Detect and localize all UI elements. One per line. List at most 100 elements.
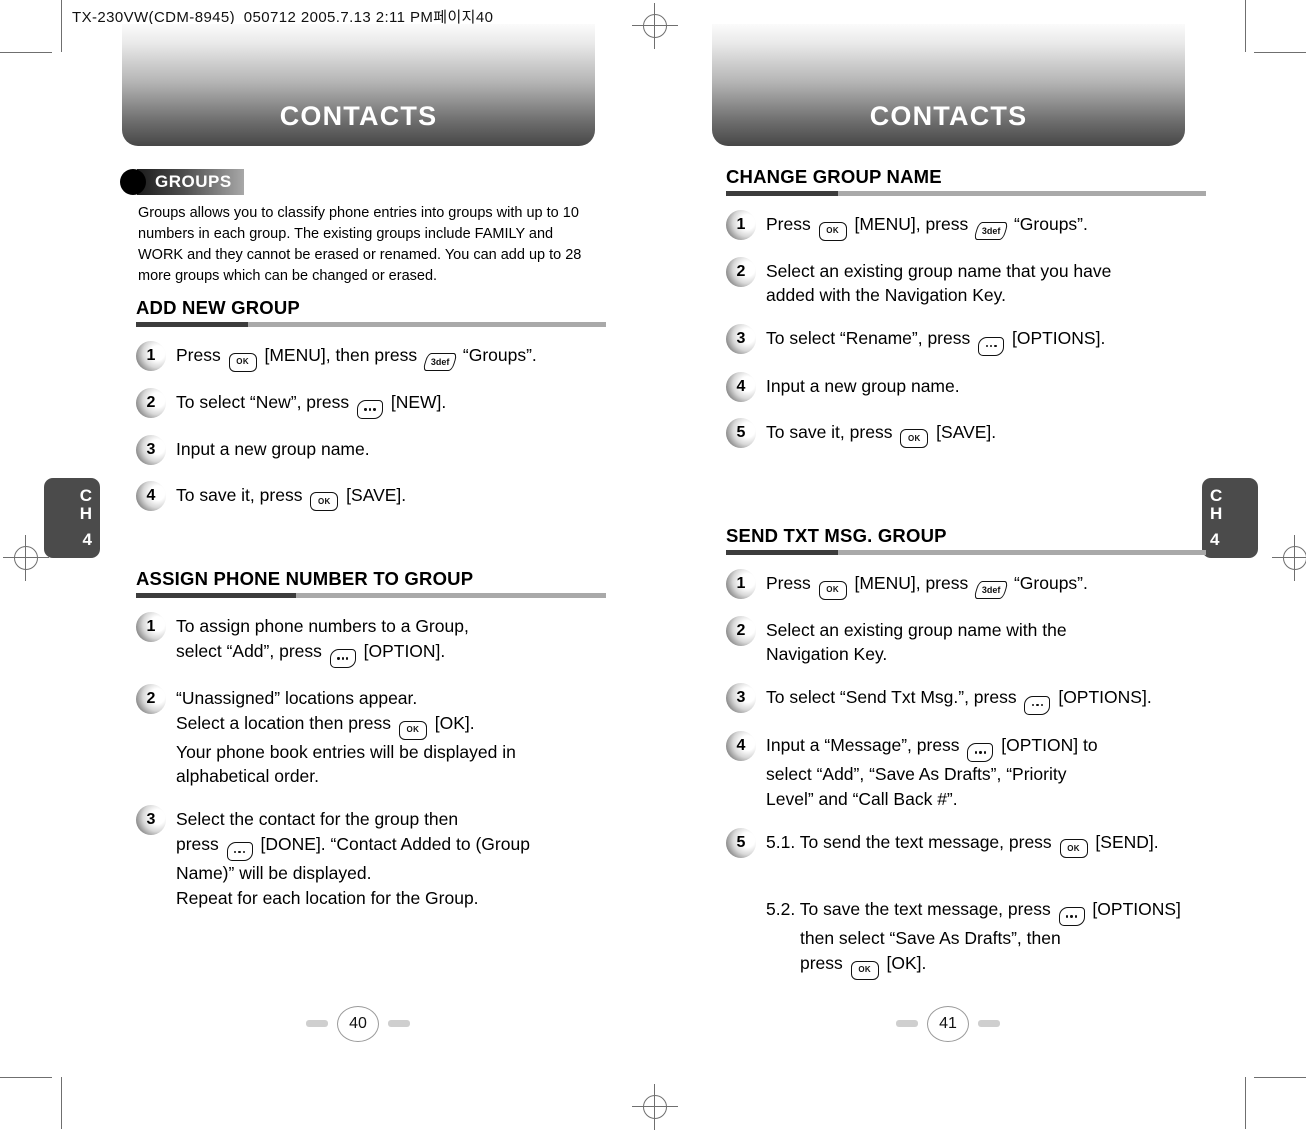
key-icon-softkey (329, 649, 356, 669)
step-number: 1 (146, 618, 156, 635)
section-heading: SEND TXT MSG. GROUP (726, 525, 947, 546)
registration-mark-top-center (632, 3, 678, 49)
page-number-wing-icon (388, 1020, 410, 1027)
step-line: 5.2. To save the text message, press [OP… (766, 897, 1181, 927)
key-icon-ok: OK (900, 429, 929, 448)
chapter-tab-c: C (1210, 485, 1223, 505)
step-line: To save it, press OK [SAVE]. (766, 420, 996, 448)
step-line: 5.1. To send the text message, press OK … (766, 830, 1181, 858)
section-send-txt-msg-group: SEND TXT MSG. GROUP 1 Press OK [MENU], pr… (726, 525, 1206, 998)
crop-mark-bottom-right-horizontal (1254, 1077, 1306, 1078)
section-rule (136, 322, 606, 327)
step-line: To assign phone numbers to a Group, (176, 616, 469, 636)
step-line: To save it, press OK [SAVE]. (176, 483, 406, 512)
step-list: 1 Press OK [MENU], then press 3def “Group… (136, 341, 606, 512)
step-line: Level” and “Call Back #”. (766, 788, 958, 809)
banner-title: CONTACTS (869, 101, 1028, 131)
step-line: select “Add”, press [OPTION]. (176, 639, 469, 669)
step-line: select “Add”, “Save As Drafts”, “Priorit… (766, 763, 1067, 784)
step-item: 2 “Unassigned” locations appear. Select a … (136, 684, 606, 789)
step-line (766, 872, 1181, 897)
chapter-tab-c: C (79, 485, 92, 505)
step-number-badge: 1 (726, 569, 756, 599)
step-line: Press OK [MENU], then press 3def “Groups… (176, 343, 537, 372)
step-number: 3 (736, 330, 746, 348)
step-list: 1 Press OK [MENU], press 3def “Groups”. 2 S… (726, 569, 1206, 980)
step-line: press OK [OK]. (766, 951, 1181, 980)
step-number: 2 (146, 690, 156, 708)
step-line: Repeat for each location for the Group. (176, 888, 479, 909)
step-item: 4 Input a “Message”, press [OPTION] to sel… (726, 730, 1206, 812)
step-text: Select the contact for the group then pre… (176, 807, 530, 911)
step-line: Input a “Message”, press [OPTION] to (766, 733, 1098, 762)
chapter-tab-right: C H 4 (1202, 478, 1258, 558)
step-item: 1 Press OK [MENU], then press 3def “Group… (136, 341, 606, 372)
step-text: To select “Send Txt Msg.”, press [OPTION… (766, 685, 1152, 715)
crop-mark-top-left-horizontal (0, 52, 52, 53)
step-text: Press OK [MENU], then press 3def “Groups… (176, 343, 537, 372)
step-number: 2 (736, 621, 746, 639)
registration-mark-left-center (3, 535, 49, 581)
step-number-badge: 1 (136, 341, 166, 371)
step-number: 4 (736, 736, 746, 754)
printed-spread: TX-230VW(CDM-8945)_050712 2005.7.13 2:11… (0, 0, 1306, 1130)
step-text: “Unassigned” locations appear. Select a l… (176, 686, 516, 789)
key-icon-ok: OK (398, 720, 427, 740)
step-number-badge: 1 (726, 210, 756, 240)
step-line: To select “New”, press [NEW]. (176, 390, 446, 419)
groups-intro-text: Groups allows you to classify phone entr… (138, 205, 582, 285)
section-heading: ADD NEW GROUP (136, 297, 300, 318)
key-icon-softkey (1024, 695, 1051, 715)
step-item: 5 5.1. To send the text message, press OK… (726, 827, 1206, 980)
page-number-value: 41 (927, 1006, 969, 1042)
key-icon-3def: 3def (973, 580, 1009, 599)
step-text: To assign phone numbers to a Group, selec… (176, 614, 469, 669)
page-number-wing-icon (896, 1020, 918, 1027)
step-item: 2 Select an existing group name that you … (726, 256, 1206, 309)
registration-mark-right-center (1272, 535, 1306, 581)
page-number-left: 40 (300, 1001, 416, 1045)
section-rule (726, 550, 1206, 555)
chapter-tab-h: H (1210, 503, 1223, 523)
step-list: 1 To assign phone numbers to a Group, sele… (136, 612, 606, 911)
step-line: Press OK [MENU], press 3def “Groups”. (766, 212, 1088, 241)
section-rule (136, 593, 606, 598)
step-line: Your phone book entries will be displaye… (176, 741, 516, 762)
key-icon-ok: OK (850, 960, 879, 980)
step-line: Input a new group name. (176, 438, 370, 459)
key-icon-softkey (226, 842, 253, 862)
groups-badge-label: GROUPS (137, 169, 244, 195)
step-text: To select “Rename”, press [OPTIONS]. (766, 326, 1105, 356)
step-item: 3 To select “Rename”, press [OPTIONS]. (726, 324, 1206, 356)
banner-title: CONTACTS (279, 101, 438, 131)
step-item: 1 To assign phone numbers to a Group, sele… (136, 612, 606, 669)
key-icon-3def: 3def (973, 221, 1009, 240)
crop-mark-bottom-left-vertical (61, 1077, 62, 1129)
step-number: 3 (146, 440, 156, 458)
section-rule (726, 191, 1206, 196)
step-list: 1 Press OK [MENU], press 3def “Groups”. 2 S… (726, 210, 1206, 448)
crop-mark-top-right-vertical (1245, 0, 1246, 52)
step-number: 1 (736, 575, 746, 592)
step-number: 4 (146, 486, 156, 504)
step-number: 4 (736, 377, 746, 395)
step-number: 1 (146, 347, 156, 364)
chapter-tab-h: H (79, 503, 92, 523)
step-line: Name)” will be displayed. (176, 863, 372, 884)
step-number-badge: 2 (136, 387, 166, 418)
step-number: 5 (736, 423, 746, 441)
step-number-badge: 3 (136, 434, 166, 465)
groups-badge: GROUPS (120, 169, 244, 195)
step-number-badge: 4 (136, 480, 166, 511)
step-number-badge: 1 (136, 612, 166, 642)
key-icon-ok: OK (1059, 839, 1088, 858)
step-text: To select “New”, press [NEW]. (176, 390, 446, 419)
step-line: Select an existing group name with the (766, 619, 1067, 640)
step-number: 3 (146, 811, 156, 829)
key-icon-softkey (967, 742, 994, 762)
step-line: To select “Rename”, press [OPTIONS]. (766, 326, 1105, 356)
step-number-badge: 3 (726, 324, 756, 355)
crop-mark-top-left-vertical (61, 0, 62, 52)
page-banner-left: CONTACTS (122, 24, 595, 146)
step-number-badge: 5 (726, 827, 756, 858)
